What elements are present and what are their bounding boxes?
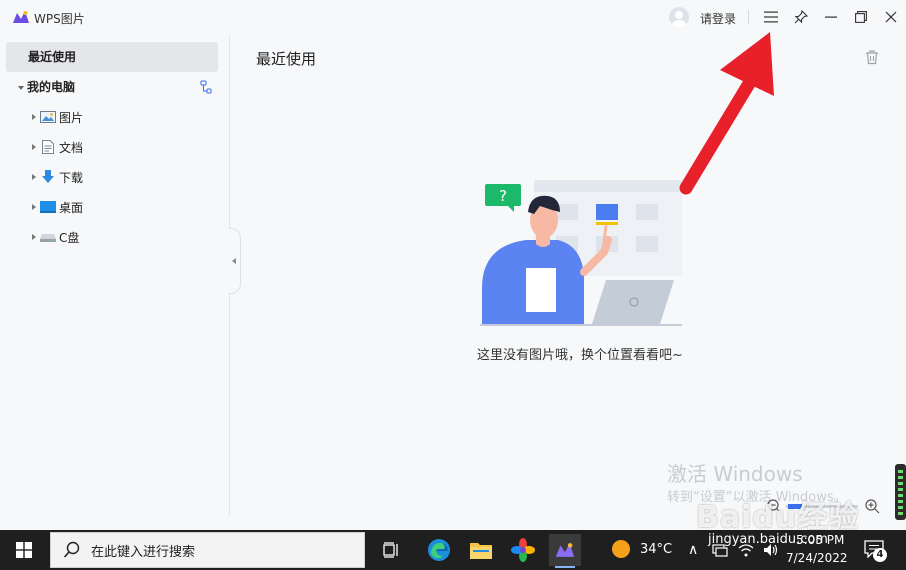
wps-logo-icon — [13, 11, 29, 23]
sidebar-item-label: 文档 — [59, 140, 84, 155]
sidebar-item-documents[interactable]: 文档 — [32, 138, 83, 156]
tree-root-label: 我的电脑 — [27, 80, 76, 94]
edge-icon — [428, 539, 450, 561]
titlebar-divider — [748, 10, 749, 24]
minimize-icon — [825, 16, 837, 18]
sidebar-item-desktop[interactable]: 桌面 — [32, 198, 83, 216]
empty-state-illustration: ? — [480, 180, 682, 326]
title-bar: WPS图片 请登录 — [0, 0, 906, 34]
taskbar-search-box[interactable]: 在此键入进行搜索 — [50, 532, 365, 568]
pinwheel-icon — [511, 538, 535, 562]
folder-icon — [470, 543, 492, 559]
volume-meter — [895, 464, 906, 520]
hamburger-icon — [764, 11, 778, 23]
chevron-right-icon — [32, 114, 36, 120]
wps-picture-window: WPS图片 请登录 最近使用 我的电脑 图片 文档 下载 桌面 C盘 最近使用 … — [0, 0, 906, 535]
tree-my-computer[interactable]: 我的电脑 — [18, 78, 75, 96]
baidu-watermark-url: jingyan.baidu.com — [708, 532, 828, 547]
pin-button[interactable] — [790, 6, 812, 28]
sidebar-item-label: 桌面 — [59, 200, 84, 215]
sidebar-item-label: C盘 — [59, 230, 80, 245]
photos-app-button[interactable] — [507, 534, 539, 566]
sidebar-item-label: 图片 — [59, 110, 84, 125]
restore-icon — [855, 11, 867, 23]
picture-folder-icon — [40, 110, 56, 124]
trash-icon[interactable] — [864, 49, 880, 65]
app-title: WPS图片 — [34, 12, 85, 26]
tray-overflow-chevron-icon[interactable]: ∧ — [688, 542, 698, 558]
chevron-right-icon — [32, 204, 36, 210]
avatar[interactable] — [669, 7, 689, 27]
pin-icon — [794, 10, 808, 24]
search-icon — [63, 541, 80, 558]
zoom-in-icon[interactable] — [864, 498, 880, 514]
sidebar-item-pictures[interactable]: 图片 — [32, 108, 83, 126]
chevron-down-icon — [18, 85, 24, 90]
chevron-left-icon — [232, 258, 236, 264]
drive-icon — [40, 230, 56, 244]
document-folder-icon — [40, 140, 56, 154]
chevron-right-icon — [32, 234, 36, 240]
sidebar-item-downloads[interactable]: 下载 — [32, 168, 83, 186]
activation-watermark-title: 激活 Windows — [667, 462, 803, 486]
download-folder-icon — [40, 170, 56, 184]
wps-picture-icon — [555, 543, 575, 557]
wps-picture-taskbar-button[interactable] — [549, 534, 581, 568]
sidebar-item-recent[interactable]: 最近使用 — [6, 42, 218, 72]
sidebar: 最近使用 我的电脑 图片 文档 下载 桌面 C盘 — [0, 34, 230, 516]
desktop-folder-icon — [40, 200, 56, 214]
notification-badge: 4 — [873, 548, 887, 562]
sidebar-item-label: 下载 — [59, 170, 84, 185]
chevron-right-icon — [32, 144, 36, 150]
close-icon — [885, 11, 897, 23]
weather-sun-icon[interactable] — [612, 540, 630, 558]
windows-logo-icon — [16, 542, 32, 558]
task-view-icon — [383, 542, 398, 558]
bubble-question-text: ? — [499, 187, 507, 205]
annotation-arrow — [679, 32, 774, 195]
user-icon — [672, 11, 686, 27]
file-explorer-button[interactable] — [465, 534, 497, 566]
sidebar-item-c-drive[interactable]: C盘 — [32, 228, 79, 246]
page-title: 最近使用 — [256, 50, 317, 68]
sidebar-collapse-handle[interactable] — [229, 228, 241, 294]
tree-manage-icon[interactable] — [200, 80, 212, 94]
empty-state-message: 这里没有图片哦，换个位置看看吧~ — [477, 348, 683, 363]
edge-browser-button[interactable] — [423, 534, 455, 566]
restore-button[interactable] — [850, 6, 872, 28]
minimize-button[interactable] — [820, 6, 842, 28]
close-button[interactable] — [880, 6, 902, 28]
chevron-right-icon — [32, 174, 36, 180]
clock-date[interactable]: 7/24/2022 — [786, 551, 848, 565]
weather-temperature[interactable]: 34°C — [640, 542, 672, 557]
menu-button[interactable] — [760, 6, 782, 28]
login-link[interactable]: 请登录 — [700, 10, 736, 27]
start-button[interactable] — [0, 530, 48, 570]
task-view-button[interactable] — [376, 534, 408, 566]
search-placeholder: 在此键入进行搜索 — [91, 544, 196, 560]
